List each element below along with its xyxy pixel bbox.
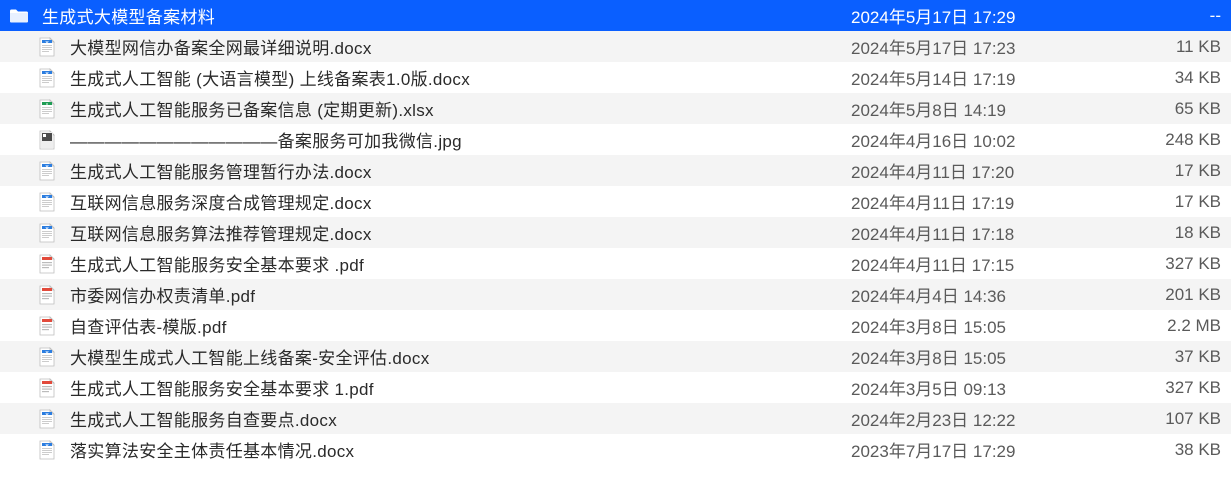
folder-icon (8, 5, 30, 27)
file-name: 生成式人工智能服务已备案信息 (定期更新).xlsx (70, 96, 841, 121)
file-name: 大模型网信办备案全网最详细说明.docx (70, 34, 841, 59)
file-row[interactable]: X 生成式人工智能服务已备案信息 (定期更新).xlsx2024年5月8日 14:… (0, 93, 1231, 124)
svg-text:W: W (46, 411, 49, 415)
file-name: 生成式人工智能服务安全基本要求 1.pdf (70, 375, 841, 400)
pdf-file-icon (36, 377, 58, 399)
xlsx-file-icon: X (36, 98, 58, 120)
file-name: 生成式人工智能 (大语言模型) 上线备案表1.0版.docx (70, 65, 841, 90)
file-name: ————————————备案服务可加我微信.jpg (70, 127, 841, 152)
file-date: 2024年5月14日 17:19 (841, 65, 1101, 90)
file-size: 18 KB (1101, 223, 1221, 243)
docx-file-icon: W (36, 222, 58, 244)
file-row[interactable]: W 互联网信息服务深度合成管理规定.docx2024年4月11日 17:1917 … (0, 186, 1231, 217)
file-name: 大模型生成式人工智能上线备案-安全评估.docx (70, 344, 841, 369)
file-size: 17 KB (1101, 161, 1221, 181)
file-size: 201 KB (1101, 285, 1221, 305)
file-date: 2024年5月8日 14:19 (841, 96, 1101, 121)
svg-text:W: W (46, 194, 49, 198)
file-name: 生成式人工智能服务安全基本要求 .pdf (70, 251, 841, 276)
file-date: 2024年2月23日 12:22 (841, 406, 1101, 431)
file-row[interactable]: ————————————备案服务可加我微信.jpg2024年4月16日 10:0… (0, 124, 1231, 155)
file-size: 327 KB (1101, 378, 1221, 398)
file-date: 2024年3月8日 15:05 (841, 344, 1101, 369)
file-date: 2024年4月11日 17:18 (841, 220, 1101, 245)
file-size: 327 KB (1101, 254, 1221, 274)
svg-text:W: W (46, 39, 49, 43)
file-size: 34 KB (1101, 68, 1221, 88)
file-size: -- (1101, 6, 1221, 26)
file-date: 2024年4月16日 10:02 (841, 127, 1101, 152)
svg-text:W: W (46, 225, 49, 229)
file-size: 38 KB (1101, 440, 1221, 460)
pdf-file-icon (36, 253, 58, 275)
docx-file-icon: W (36, 191, 58, 213)
docx-file-icon: W (36, 408, 58, 430)
svg-text:W: W (46, 349, 49, 353)
docx-file-icon: W (36, 67, 58, 89)
file-name: 生成式人工智能服务管理暂行办法.docx (70, 158, 841, 183)
file-list: 生成式大模型备案材料2024年5月17日 17:29-- W 大模型网信办备案全网最… (0, 0, 1231, 465)
file-row[interactable]: W 生成式人工智能服务管理暂行办法.docx2024年4月11日 17:2017 … (0, 155, 1231, 186)
docx-file-icon: W (36, 36, 58, 58)
file-name: 生成式人工智能服务自查要点.docx (70, 406, 841, 431)
file-name: 互联网信息服务算法推荐管理规定.docx (70, 220, 841, 245)
file-name: 市委网信办权责清单.pdf (70, 282, 841, 307)
file-size: 65 KB (1101, 99, 1221, 119)
file-row[interactable]: W 生成式人工智能服务自查要点.docx2024年2月23日 12:22107 K… (0, 403, 1231, 434)
file-size: 107 KB (1101, 409, 1221, 429)
file-date: 2024年4月11日 17:19 (841, 189, 1101, 214)
file-size: 2.2 MB (1101, 316, 1221, 336)
jpg-file-icon (36, 129, 58, 151)
file-row[interactable]: W 大模型生成式人工智能上线备案-安全评估.docx2024年3月8日 15:05… (0, 341, 1231, 372)
file-date: 2024年4月11日 17:20 (841, 158, 1101, 183)
file-row[interactable]: W 生成式人工智能 (大语言模型) 上线备案表1.0版.docx2024年5月14… (0, 62, 1231, 93)
file-row[interactable]: W 互联网信息服务算法推荐管理规定.docx2024年4月11日 17:1818 … (0, 217, 1231, 248)
file-date: 2024年5月17日 17:29 (841, 3, 1101, 28)
file-name: 自查评估表-模版.pdf (70, 313, 841, 338)
svg-text:W: W (46, 442, 49, 446)
svg-text:W: W (46, 163, 49, 167)
file-row[interactable]: W 落实算法安全主体责任基本情况.docx2023年7月17日 17:2938 K… (0, 434, 1231, 465)
svg-text:W: W (46, 70, 49, 74)
file-row[interactable]: 生成式大模型备案材料2024年5月17日 17:29-- (0, 0, 1231, 31)
file-date: 2023年7月17日 17:29 (841, 437, 1101, 462)
file-name: 互联网信息服务深度合成管理规定.docx (70, 189, 841, 214)
svg-text:X: X (46, 101, 48, 105)
file-row[interactable]: 市委网信办权责清单.pdf2024年4月4日 14:36201 KB (0, 279, 1231, 310)
file-row[interactable]: 自查评估表-模版.pdf2024年3月8日 15:052.2 MB (0, 310, 1231, 341)
file-name: 生成式大模型备案材料 (42, 3, 841, 28)
docx-file-icon: W (36, 346, 58, 368)
file-size: 37 KB (1101, 347, 1221, 367)
file-size: 248 KB (1101, 130, 1221, 150)
pdf-file-icon (36, 315, 58, 337)
file-date: 2024年4月11日 17:15 (841, 251, 1101, 276)
file-row[interactable]: 生成式人工智能服务安全基本要求 1.pdf2024年3月5日 09:13327 … (0, 372, 1231, 403)
file-size: 11 KB (1101, 37, 1221, 57)
file-date: 2024年3月5日 09:13 (841, 375, 1101, 400)
file-row[interactable]: 生成式人工智能服务安全基本要求 .pdf2024年4月11日 17:15327 … (0, 248, 1231, 279)
file-date: 2024年5月17日 17:23 (841, 34, 1101, 59)
file-name: 落实算法安全主体责任基本情况.docx (70, 437, 841, 462)
file-row[interactable]: W 大模型网信办备案全网最详细说明.docx2024年5月17日 17:2311 … (0, 31, 1231, 62)
file-date: 2024年4月4日 14:36 (841, 282, 1101, 307)
pdf-file-icon (36, 284, 58, 306)
file-date: 2024年3月8日 15:05 (841, 313, 1101, 338)
docx-file-icon: W (36, 439, 58, 461)
docx-file-icon: W (36, 160, 58, 182)
file-size: 17 KB (1101, 192, 1221, 212)
